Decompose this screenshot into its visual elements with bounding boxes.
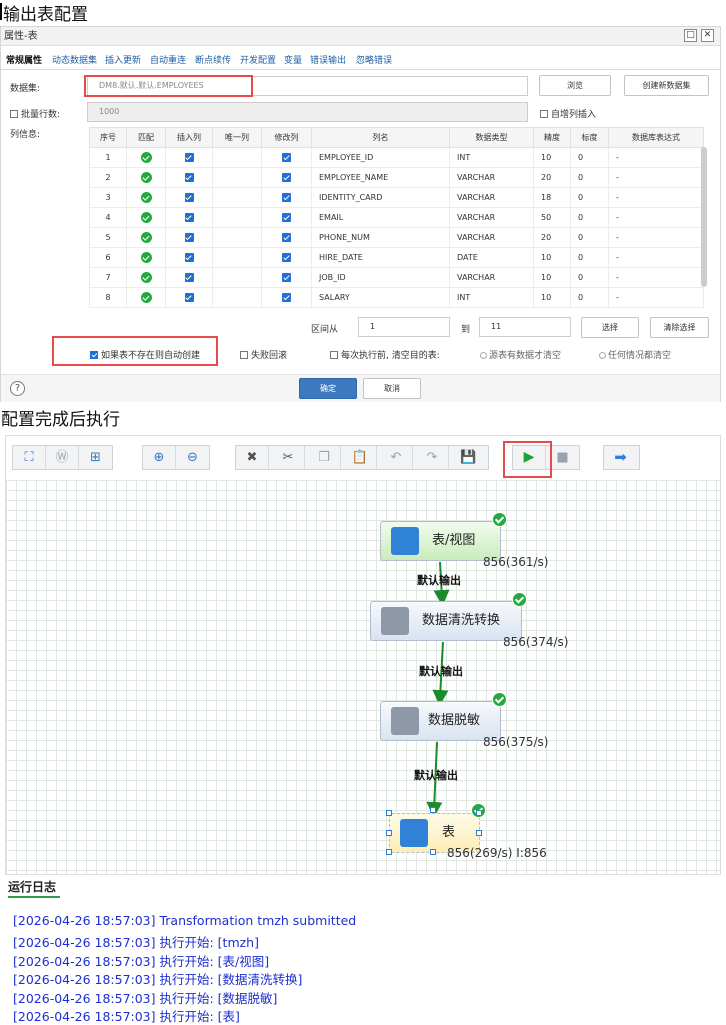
node-label: 数据脱敏 bbox=[428, 713, 481, 728]
node-stat: 856(269/s) I:856 bbox=[447, 846, 547, 860]
resize-handle[interactable] bbox=[386, 830, 392, 836]
log-line: [2026-04-26 18:57:03] 执行开始: [数据脱敏] bbox=[13, 991, 278, 1006]
success-check-icon bbox=[512, 592, 527, 607]
resize-handle[interactable] bbox=[430, 807, 436, 813]
table-icon bbox=[400, 819, 428, 847]
table-icon bbox=[391, 527, 419, 555]
log-title-underline bbox=[8, 896, 60, 898]
resize-handle[interactable] bbox=[430, 849, 436, 855]
success-check-icon bbox=[492, 512, 507, 527]
flow-edges bbox=[426, 561, 450, 818]
log-line: [2026-04-26 18:57:03] 执行开始: [表/视图] bbox=[13, 954, 270, 969]
database-lock-icon bbox=[391, 707, 419, 735]
node-label: 数据清洗转换 bbox=[422, 613, 501, 628]
success-check-icon bbox=[492, 692, 507, 707]
log-line: [2026-04-26 18:57:03] 执行开始: [tmzh] bbox=[13, 935, 259, 950]
log-line: [2026-04-26 18:57:03] 执行开始: [数据清洗转换] bbox=[13, 972, 303, 987]
node-stat: 856(375/s) bbox=[483, 735, 549, 749]
resize-handle[interactable] bbox=[386, 849, 392, 855]
node-stat: 856(361/s) bbox=[483, 555, 549, 569]
run-log-title: 运行日志 bbox=[8, 880, 57, 894]
node-data-cleansing[interactable]: 数据清洗转换 bbox=[370, 601, 522, 641]
log-line: [2026-04-26 18:57:03] 执行开始: [表] bbox=[13, 1009, 240, 1024]
edge-label-2: 默认输出 bbox=[419, 665, 463, 678]
edge-label-1: 默认输出 bbox=[417, 574, 461, 587]
node-label: 表/视图 bbox=[432, 533, 476, 548]
node-stat: 856(374/s) bbox=[503, 635, 569, 649]
log-line: [2026-04-26 18:57:03] Transformation tmz… bbox=[13, 913, 357, 928]
database-transform-icon bbox=[381, 607, 409, 635]
resize-handle[interactable] bbox=[386, 810, 392, 816]
resize-handle[interactable] bbox=[476, 830, 482, 836]
resize-handle[interactable] bbox=[476, 810, 482, 816]
edge-label-3: 默认输出 bbox=[414, 769, 458, 782]
